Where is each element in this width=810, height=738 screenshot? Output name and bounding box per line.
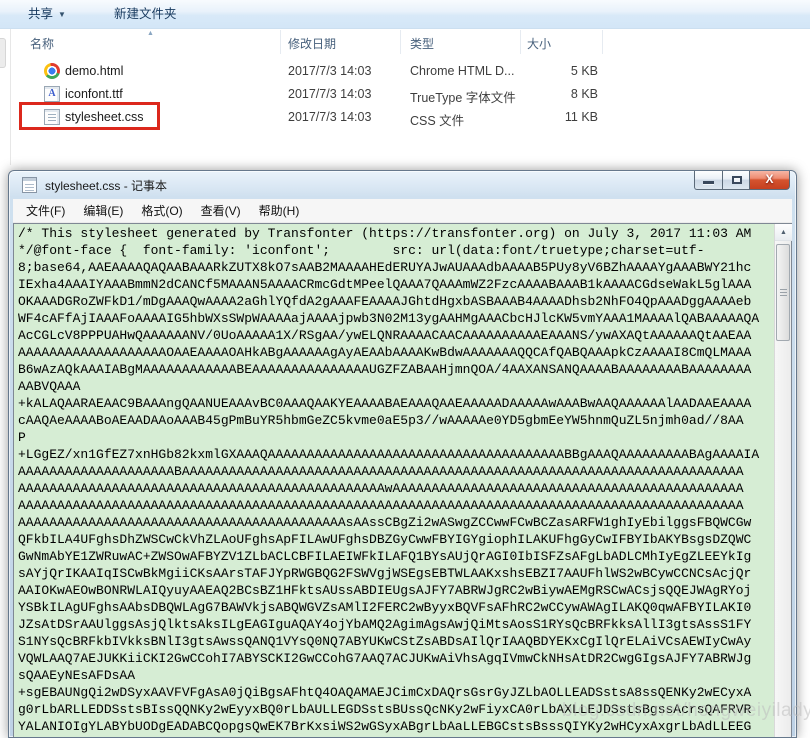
menu-edit[interactable]: 编辑(E) (74, 199, 132, 223)
editor-text-line: 8;base64,AAEAAAAQAQAABAAARkZUTX8kO7sAAB2… (18, 260, 752, 275)
notepad-title-bar[interactable]: stylesheet.css - 记事本 X (9, 171, 796, 199)
chrome-icon (44, 63, 60, 79)
new-folder-button-label: 新建文件夹 (114, 7, 177, 21)
caption-buttons: X (694, 171, 790, 190)
editor-text-line: AAAAAAAAAAAAAAAAAAAAAAAAAAAAAAAAAAAAAAAA… (18, 498, 744, 513)
file-size: 11 KB (564, 110, 598, 124)
share-button-label: 共享 (28, 7, 54, 21)
editor-text-line: B6wAzAQkAAAIABgMAAAAAAAAAAAABEAAAAAAAAAA… (18, 362, 752, 377)
editor-text-line: S1NYsQcBRFkbIVkksBNlI3gtsAwssQANQ1VYsQ0N… (18, 634, 752, 649)
share-button[interactable]: 共享 ▼ (22, 0, 72, 29)
editor-text-area[interactable]: /* This stylesheet generated by Transfon… (14, 224, 774, 737)
notepad-window: stylesheet.css - 记事本 X 文件(F) 编辑(E) 格式(O)… (8, 170, 797, 738)
editor-text-line: YSBkILAgUFghsAAbsDBQWLAgG7BAWVkjsABQWGVZ… (18, 600, 752, 615)
editor-text-line: AAIOKwAEOwBONRWLAIQyuyAAEAQ2BCsBZ1HFktsA… (18, 583, 752, 598)
editor-text-line: JZsAtDSrAAUlggsAsjQlktsAksILgEAGIguAQAY4… (18, 617, 752, 632)
explorer-toolbar: 共享 ▼ 新建文件夹 (0, 0, 810, 29)
menu-file[interactable]: 文件(F) (17, 199, 74, 223)
watermark: blog.csdn.net/hongweiyilady (562, 700, 810, 721)
editor-text-line: sQAAEyNEsAFDsAA (18, 668, 136, 683)
file-type: TrueType 字体文件 (410, 91, 516, 105)
editor-text-line: CstsB4ssQUYKy2wHyyxBhgrLbAgLLEHGCstsCEss… (18, 735, 774, 737)
editor-text-line: VQWLAAQ7AEJUKKiiCKI2GwCCohI7ABYSCKI2GwCC… (18, 651, 752, 666)
sort-ascending-icon: ▲ (147, 30, 154, 37)
editor-text-line: P (18, 430, 26, 445)
file-type: CSS 文件 (410, 114, 465, 128)
maximize-icon (732, 176, 742, 184)
editor-text-line: +kALAQAARAEAAC9BAAAngQAANUEAAAvBC0AAAQAA… (18, 396, 752, 411)
column-header-row: ▲ 名称 修改日期 类型 大小 (10, 29, 810, 55)
editor-text-line: AAAAAAAAAAAAAAAAAAAABAAAAAAAAAAAAAAAAAAA… (18, 464, 744, 479)
red-highlight-annotation (19, 102, 160, 130)
scroll-up-icon[interactable]: ▲ (775, 224, 792, 241)
editor-text-line: */@font-face { font-family: 'iconfont'; … (18, 243, 705, 258)
file-date-modified: 2017/7/3 14:03 (288, 110, 372, 124)
navigation-pane-scrollbar[interactable] (0, 38, 6, 68)
file-size: 5 KB (570, 64, 598, 78)
close-button[interactable]: X (749, 171, 790, 190)
file-size: 8 KB (570, 87, 598, 101)
editor-text-line: +sgEBAUNgQi2wDSyxAAVFVFgAsA0jQiBgsAFhtQ4… (18, 685, 752, 700)
editor-text-line: AABVQAAA (18, 379, 81, 394)
notepad-menu-bar: 文件(F) 编辑(E) 格式(O) 查看(V) 帮助(H) (13, 199, 792, 223)
editor-text-line: QFkbILA4UFghsDhZWSCwCkVhZLAoUFghsApFILAw… (18, 532, 752, 547)
navigation-pane-divider (10, 29, 11, 165)
editor-text-line: AAAAAAAAAAAAAAAAAAAAAAAAAAAAAAAAAAAAAAAA… (18, 481, 744, 496)
editor-text-line: AcCGLcV8PPPUAHwQAAAAAANV/0UoAAAAA1X/RSgA… (18, 328, 752, 343)
notepad-app-icon (22, 177, 37, 193)
maximize-button[interactable] (722, 171, 750, 190)
editor-text-line: GwNmAbYE1ZWRuwAC+ZWSOwAFBYZV1ZLbACLCBFIL… (18, 549, 752, 564)
file-date-modified: 2017/7/3 14:03 (288, 64, 372, 78)
editor-text-line: WF4cAFfAjIAAAFoAAAAIG5hbWXsSWpWAAAAajAAA… (18, 311, 760, 326)
file-name: demo.html (65, 64, 124, 78)
editor-text-line: /* This stylesheet generated by Transfon… (18, 226, 752, 241)
file-row-demo-html[interactable]: demo.html 2017/7/3 14:03 Chrome HTML D..… (18, 60, 618, 83)
minimize-button[interactable] (694, 171, 723, 190)
chevron-down-icon: ▼ (58, 10, 66, 19)
close-icon: X (765, 172, 774, 186)
column-header-name[interactable]: 名称 (30, 35, 54, 52)
menu-help[interactable]: 帮助(H) (250, 199, 309, 223)
column-header-size[interactable]: 大小 (527, 35, 551, 52)
editor-text-line: cAAQAeAAAABoAEAADAAoAAAB45gPmBuYR5hbmGeZ… (18, 413, 744, 428)
vertical-scrollbar[interactable]: ▲ (774, 224, 792, 737)
column-header-date-modified[interactable]: 修改日期 (288, 35, 336, 52)
column-divider (400, 30, 401, 54)
editor-text-line: +LGgEZ/xn1GfEZ7xnHGb82kxmlGXAAAQAAAAAAAA… (18, 447, 760, 462)
menu-format[interactable]: 格式(O) (132, 199, 191, 223)
editor-text-line: AAAAAAAAAAAAAAAAAAAAAAAAAAAAAAAAAAAAAAAA… (18, 515, 752, 530)
truetype-file-icon (44, 86, 60, 102)
menu-view[interactable]: 查看(V) (192, 199, 250, 223)
file-type: Chrome HTML D... (410, 64, 515, 78)
notepad-editor: /* This stylesheet generated by Transfon… (13, 223, 792, 737)
column-divider (602, 30, 603, 54)
file-name: iconfont.ttf (65, 87, 123, 101)
column-divider (520, 30, 521, 54)
editor-text-line: sAYjQrIKAAIqISCwBkMgiiCKsAArsTAFJYpRWGBQ… (18, 566, 752, 581)
scrollbar-thumb[interactable] (776, 244, 790, 341)
window-title: stylesheet.css - 记事本 (45, 179, 168, 193)
minimize-icon (703, 181, 714, 184)
column-header-type[interactable]: 类型 (410, 35, 434, 52)
editor-text-line: OKAAADGRoZWFkD1/mDgAAAQwAAAA2aGhlYQfdA2g… (18, 294, 752, 309)
new-folder-button[interactable]: 新建文件夹 (108, 0, 183, 29)
editor-text-line: AAAAAAAAAAAAAAAAAAAOAAEAAAAOAHkABgAAAAAA… (18, 345, 752, 360)
editor-text-line: IExha4AAAIYAAABmmN2dCANCf5MAAAN5AAAACRmc… (18, 277, 752, 292)
scrollbar-grip-icon (780, 289, 787, 297)
column-divider (280, 30, 281, 54)
file-date-modified: 2017/7/3 14:03 (288, 87, 372, 101)
